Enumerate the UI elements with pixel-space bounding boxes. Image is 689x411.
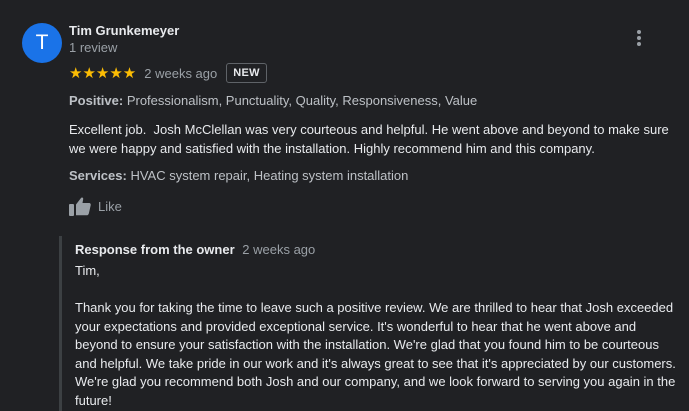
like-label: Like — [98, 198, 122, 214]
rating-row: ★★★★★ 2 weeks ago NEW — [69, 62, 267, 84]
services-label: Services: — [69, 168, 127, 183]
more-vert-icon — [637, 30, 641, 46]
owner-response: Response from the owner 2 weeks ago Tim,… — [59, 236, 679, 411]
positive-values: Professionalism, Punctuality, Quality, R… — [126, 93, 478, 108]
services-attributes: Services: HVAC system repair, Heating sy… — [69, 168, 408, 183]
review-date: 2 weeks ago — [144, 65, 218, 81]
avatar[interactable]: T — [22, 23, 62, 63]
new-badge: NEW — [226, 63, 267, 83]
positive-label: Positive: — [69, 93, 124, 108]
reviewer-review-count: 1 review — [69, 40, 118, 55]
positive-attributes: Positive: Professionalism, Punctuality, … — [69, 93, 477, 108]
review-text: Excellent job. Josh McClellan was very c… — [69, 122, 673, 156]
owner-response-header: Response from the owner 2 weeks ago — [75, 242, 315, 257]
avatar-initial: T — [35, 31, 49, 54]
services-values: HVAC system repair, Heating system insta… — [130, 168, 409, 183]
owner-response-date: 2 weeks ago — [242, 242, 316, 257]
thumb-up-icon — [69, 197, 91, 216]
like-button[interactable]: Like — [68, 195, 122, 217]
star-rating: ★★★★★ — [69, 64, 137, 82]
more-options-button[interactable] — [628, 27, 650, 49]
reviewer-name[interactable]: Tim Grunkemeyer — [69, 23, 179, 38]
owner-response-text: Tim, Thank you for taking the time to le… — [75, 263, 676, 408]
owner-response-title: Response from the owner — [75, 242, 235, 257]
